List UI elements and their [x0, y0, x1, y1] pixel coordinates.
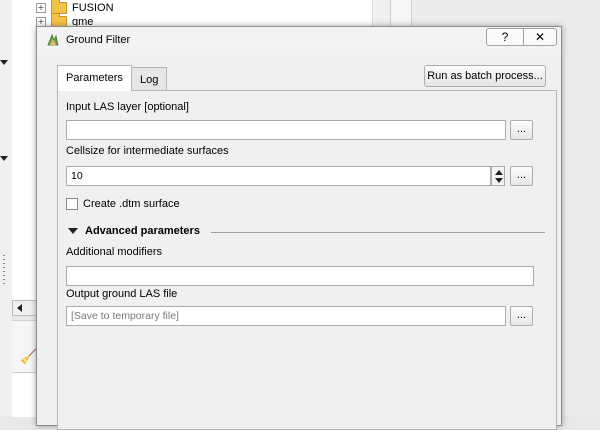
splitter-handle[interactable]: [3, 255, 5, 285]
cellsize-spinbox[interactable]: [491, 166, 505, 186]
output-browse-button[interactable]: ...: [510, 306, 533, 326]
advanced-parameters-toggle[interactable]: Advanced parameters: [85, 225, 200, 237]
input-browse-button[interactable]: ...: [510, 120, 533, 140]
tree-item-label: FUSION: [72, 2, 114, 14]
spin-up-icon[interactable]: [495, 170, 503, 175]
close-button[interactable]: ✕: [523, 28, 557, 46]
dropdown-arrow-icon[interactable]: [0, 156, 8, 161]
input-layer-label: Input LAS layer [optional]: [66, 101, 189, 113]
collapse-arrow-icon[interactable]: [68, 228, 78, 234]
scroll-left-icon[interactable]: [17, 304, 22, 312]
left-toolbar-strip: [0, 0, 12, 416]
cellsize-browse-button[interactable]: ...: [510, 166, 533, 186]
modifiers-label: Additional modifiers: [66, 246, 162, 258]
ground-filter-dialog: Ground Filter ? ✕ Parameters Log Run as …: [36, 26, 562, 430]
expand-icon[interactable]: +: [36, 3, 46, 13]
tab-parameters[interactable]: Parameters: [57, 65, 132, 91]
parameters-panel: Input LAS layer [optional] ... Cellsize …: [57, 90, 557, 430]
create-dtm-checkbox[interactable]: [66, 198, 78, 210]
help-button[interactable]: ?: [486, 28, 524, 46]
output-file-input[interactable]: [Save to temporary file]: [66, 306, 506, 326]
fusion-app-icon: [47, 33, 59, 46]
advanced-separator: [211, 232, 545, 233]
broom-icon[interactable]: 🧹: [20, 348, 37, 365]
run-batch-button[interactable]: Run as batch process...: [424, 65, 546, 87]
output-label: Output ground LAS file: [66, 288, 178, 300]
cellsize-input[interactable]: 10: [66, 166, 491, 186]
modifiers-input[interactable]: [66, 266, 534, 286]
dialog-title: Ground Filter: [66, 34, 131, 46]
spin-down-icon[interactable]: [495, 178, 503, 183]
input-layer-combobox[interactable]: [66, 120, 506, 140]
dropdown-arrow-icon[interactable]: [0, 60, 8, 65]
dialog-titlebar[interactable]: Ground Filter ? ✕: [37, 27, 561, 55]
cellsize-label: Cellsize for intermediate surfaces: [66, 145, 229, 157]
tab-log[interactable]: Log: [131, 67, 168, 90]
create-dtm-label: Create .dtm surface: [83, 198, 180, 210]
